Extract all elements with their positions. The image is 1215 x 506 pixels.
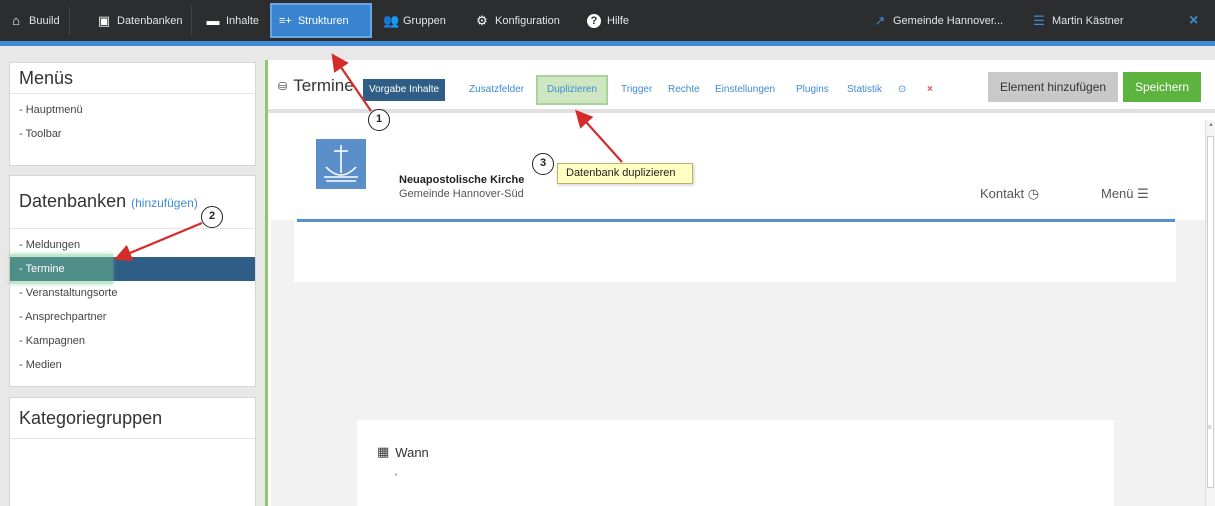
nav-inhalte[interactable]: ▬ Inhalte	[197, 6, 268, 35]
nav-label: Konfiguration	[495, 14, 560, 27]
save-button[interactable]: Speichern	[1123, 72, 1202, 102]
categories-title: Kategoriegruppen	[10, 398, 255, 439]
nav-label: Hilfe	[607, 14, 630, 27]
sidebar-item-veranstaltungsorte[interactable]: - Veranstaltungsorte	[10, 281, 255, 305]
home-icon: ⌂	[12, 12, 20, 28]
annotation-badge-2: 2	[201, 206, 223, 228]
annotation-badge-3: 3	[532, 153, 554, 175]
gear-icon: ⚙	[476, 12, 488, 28]
menu-label: Menü	[1101, 186, 1134, 201]
duplicate-tooltip: Datenbank duplizieren	[557, 163, 693, 184]
database-icon: ⛁	[278, 80, 288, 93]
menus-title: Menüs	[10, 63, 255, 94]
close-icon: ×	[1189, 11, 1199, 29]
scroll-up-arrow-icon[interactable]: ▲	[1208, 122, 1214, 128]
wann-card: ▦ Wann '	[357, 420, 1114, 506]
nav-gruppen[interactable]: 👥 Gruppen	[374, 6, 455, 35]
hamburger-icon: ☰	[1033, 12, 1045, 28]
nav-label: Datenbanken	[117, 14, 183, 27]
nav-user[interactable]: ☰ Martin Kästner	[1023, 6, 1133, 35]
tab-vorgabe-inhalte[interactable]: Vorgabe Inhalte	[363, 79, 446, 101]
sidebar-item-toolbar[interactable]: - Toolbar	[10, 122, 255, 146]
help-icon: ?	[587, 13, 601, 28]
nav-label: Inhalte	[226, 14, 260, 27]
topbar-accent-line	[0, 41, 1215, 46]
nav-label: Strukturen	[297, 14, 349, 27]
nav-konfiguration[interactable]: ⚙ Konfiguration	[466, 6, 569, 35]
church-logo	[316, 139, 366, 189]
top-navigation-bar: ⌂ Buuild ▣ Datenbanken ▬ Inhalte ≡+ Stru…	[0, 0, 1215, 46]
folder-icon: ▬	[206, 12, 220, 28]
nav-label: Buuild	[29, 14, 60, 27]
nav-user-label: Martin Kästner	[1052, 14, 1124, 27]
tab-duplizieren[interactable]: Duplizieren	[536, 75, 609, 105]
page-title: ⛁ Termine	[278, 76, 354, 96]
database-toolbar: ⛁ Termine Vorgabe Inhalte Zusatzfelder D…	[268, 60, 1215, 113]
tab-statistik[interactable]: Statistik	[841, 79, 888, 101]
scrollbar-grip-icon: ≡	[1208, 425, 1212, 431]
church-name: Neuapostolische Kirche	[399, 174, 525, 186]
parish-name: Gemeinde Hannover-Süd	[399, 188, 524, 200]
sidebar-item-kampagnen[interactable]: - Kampagnen	[10, 329, 255, 353]
site-preview-header: Neuapostolische Kirche Gemeinde Hannover…	[294, 122, 1176, 282]
sidebar-item-label: - Termine	[19, 263, 65, 275]
page-title-text: Termine	[293, 76, 354, 95]
menu-link[interactable]: Menü ☰	[1101, 186, 1149, 202]
main-content: ⛁ Termine Vorgabe Inhalte Zusatzfelder D…	[265, 60, 1215, 506]
wann-heading: ▦ Wann	[377, 444, 429, 460]
add-element-button[interactable]: Element hinzufügen	[988, 72, 1119, 102]
tab-plugins[interactable]: Plugins	[790, 79, 835, 101]
nav-label: Gruppen	[403, 14, 446, 27]
kontakt-link[interactable]: Kontakt ◷	[980, 186, 1039, 202]
scrollbar-thumb[interactable]	[1207, 136, 1214, 488]
tab-rechte[interactable]: Rechte	[662, 79, 706, 101]
databases-title: Datenbanken	[19, 191, 127, 211]
nav-hilfe[interactable]: ? Hilfe	[578, 6, 638, 35]
nav-buuild[interactable]: ⌂ Buuild	[0, 6, 70, 35]
tab-trigger[interactable]: Trigger	[615, 79, 658, 101]
nav-site[interactable]: ↗ Gemeinde Hannover...	[864, 6, 1012, 35]
databases-panel: Datenbanken (hinzufügen) - Meldungen - T…	[9, 175, 256, 387]
nav-strukturen[interactable]: ≡+ Strukturen	[270, 3, 372, 38]
preview-header-line	[297, 219, 1175, 222]
sidebar-item-hauptmenu[interactable]: - Hauptmenü	[10, 98, 255, 122]
external-link-icon: ↗	[874, 12, 886, 28]
nav-site-label: Gemeinde Hannover...	[893, 14, 1004, 27]
annotation-badge-1: 1	[368, 109, 390, 131]
sidebar-item-medien[interactable]: - Medien	[10, 353, 255, 377]
tab-zusatzfelder[interactable]: Zusatzfelder	[463, 79, 530, 101]
sidebar-item-termine[interactable]: - Termine	[10, 254, 255, 284]
menus-panel: Menüs - Hauptmenü - Toolbar	[9, 62, 256, 166]
preview-scrollbar[interactable]: ▲ ≡	[1205, 120, 1215, 506]
clock-icon: ◷	[1027, 186, 1040, 201]
nav-datenbanken[interactable]: ▣ Datenbanken	[88, 6, 193, 35]
kontakt-label: Kontakt	[980, 186, 1025, 201]
add-database-link[interactable]: (hinzufügen)	[131, 196, 198, 210]
categories-panel: Kategoriegruppen	[9, 397, 256, 506]
structure-icon: ≡+	[279, 14, 292, 27]
wann-label: Wann	[395, 444, 429, 460]
wann-value: '	[395, 472, 398, 484]
tab-einstellungen[interactable]: Einstellungen	[709, 79, 781, 101]
users-icon: 👥	[383, 12, 400, 28]
delete-icon[interactable]: ×	[921, 79, 939, 101]
calendar-icon: ▦	[377, 444, 390, 459]
close-button[interactable]: ×	[1180, 6, 1207, 35]
calendar-icon: ▣	[97, 12, 111, 28]
info-icon[interactable]: ⊙	[892, 79, 912, 101]
sidebar-item-ansprechpartner[interactable]: - Ansprechpartner	[10, 305, 255, 329]
hamburger-icon: ☰	[1137, 186, 1149, 201]
